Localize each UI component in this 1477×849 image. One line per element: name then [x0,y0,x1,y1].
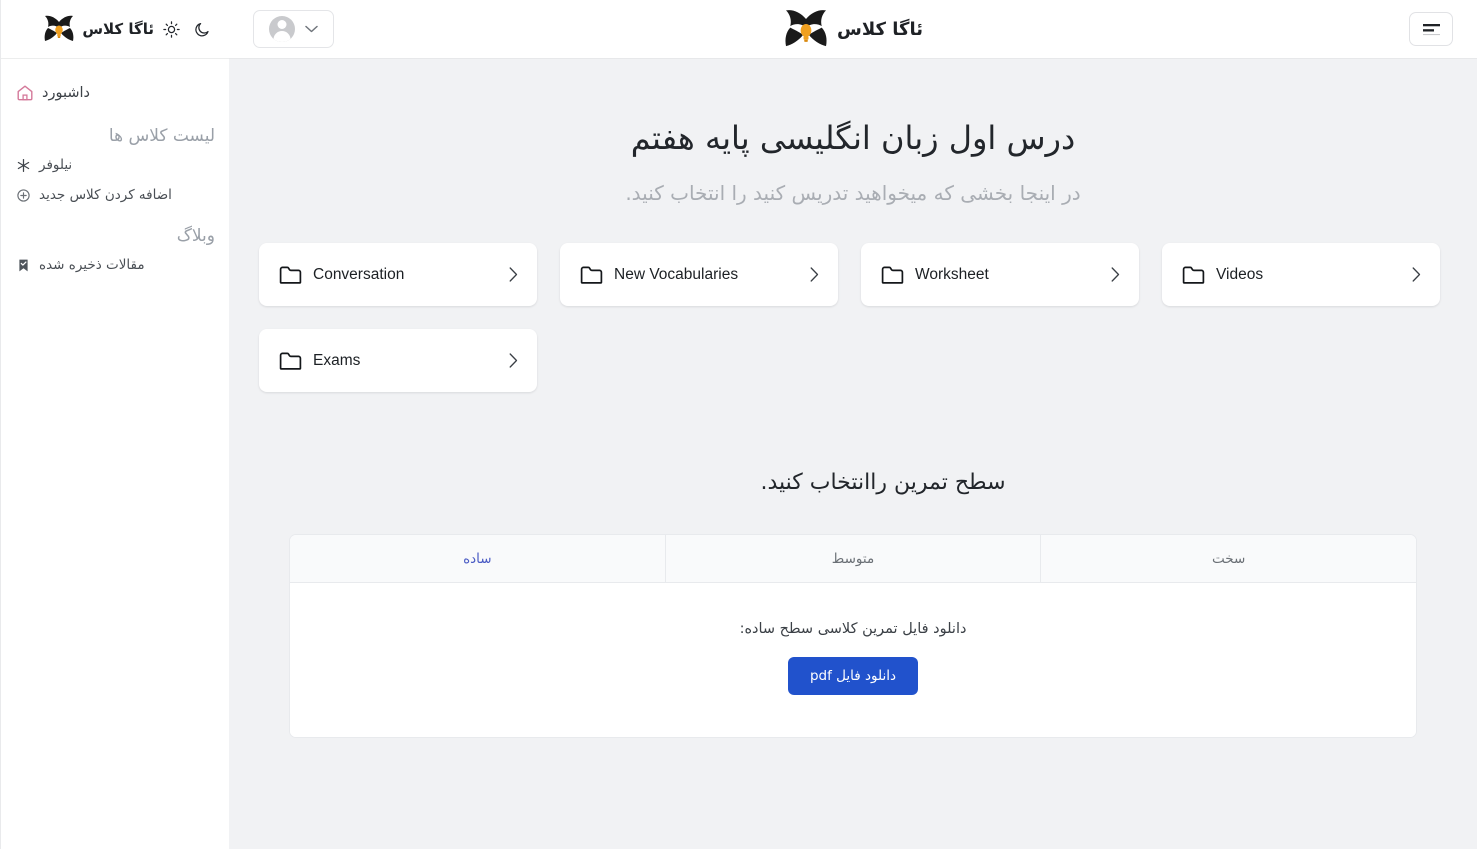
download-description: دانلود فایل تمرین کلاسی سطح ساده: [739,621,967,637]
practice-level-body: دانلود فایل تمرین کلاسی سطح ساده: دانلود… [290,583,1416,737]
sidebar-section-title-blog: وبلاگ [176,226,215,246]
page-subtitle: در اینجا بخشی که میخواهید تدریس کنید را … [625,181,1081,205]
section-card-label: Conversation [313,265,405,283]
sidebar-item-label: نیلوفر [39,157,73,173]
asterisk-star-icon [15,157,31,173]
sidebar-section-title-classes: لیست کلاس ها [108,126,215,146]
folder-icon [881,266,904,284]
sidebar-item-niloofar[interactable]: نیلوفر [1,150,229,180]
sidebar-header: ئاگا کلاس [1,0,229,59]
hamburger-menu-icon [1422,23,1440,35]
sidebar-item-dashboard[interactable]: داشبورد [1,75,229,110]
section-card-worksheet[interactable]: Worksheet [861,243,1139,306]
practice-level-panel: سخت متوسط ساده دانلود فایل تمرین کلاسی س… [289,534,1417,738]
practice-level-tabs: سخت متوسط ساده [290,535,1416,583]
chevron-right-icon [509,267,518,282]
moon-icon[interactable] [194,21,211,38]
folder-icon [279,266,302,284]
theme-toggle-group [163,20,211,38]
sidebar-nav: داشبورد لیست کلاس ها نیلوفر اضافه کردن ک… [1,59,229,280]
chevron-right-icon [810,267,819,282]
folder-icon [279,352,302,370]
sidebar-brand-name: ئاگا کلاس [82,20,154,38]
section-card-label: Worksheet [915,265,989,283]
main-area: ئاگا کلاس درس اول زبان انگلیسی پایه هفتم… [229,0,1477,849]
home-icon [15,83,34,102]
book-lightbulb-logo-icon [44,15,74,41]
circle-plus-icon [15,187,31,203]
top-bar: ئاگا کلاس [229,0,1477,59]
account-menu-button[interactable] [253,10,334,48]
section-card-new-vocabularies[interactable]: New Vocabularies [560,243,838,306]
chevron-right-icon [1111,267,1120,282]
download-pdf-button[interactable]: دانلود فایل pdf [787,657,918,695]
chevron-right-icon [509,353,518,368]
section-card-videos[interactable]: Videos [1162,243,1440,306]
section-card-exams[interactable]: Exams [259,329,537,392]
sidebar-item-label: اضافه کردن کلاس جدید [39,187,172,203]
hamburger-menu-button[interactable] [1409,12,1453,46]
app-root: ئاگا کلاس درس اول زبان انگلیسی پایه هفتم… [0,0,1477,849]
section-card-label: Videos [1216,265,1264,283]
tab-hard[interactable]: سخت [1040,535,1416,582]
section-card-conversation[interactable]: Conversation [259,243,537,306]
section-card-label: New Vocabularies [614,265,739,283]
tab-simple[interactable]: ساده [290,535,665,582]
book-lightbulb-logo-icon [785,10,827,47]
folder-icon [580,266,603,284]
tab-medium[interactable]: متوسط [664,535,1041,582]
sun-icon[interactable] [163,20,180,38]
page-content: درس اول زبان انگلیسی پایه هفتم در اینجا … [229,59,1477,849]
topbar-brand-name: ئاگا کلاس [837,18,923,40]
section-cards-grid: Conversation New Vocabularies Worksheet … [259,243,1447,392]
user-avatar-icon [269,16,295,42]
sidebar-item-add-new-class[interactable]: اضافه کردن کلاس جدید [1,180,229,210]
folder-icon [1182,266,1205,284]
chevron-down-icon [305,25,318,33]
sidebar-brand[interactable]: ئاگا کلاس [43,15,154,43]
page-title: درس اول زبان انگلیسی پایه هفتم [630,119,1076,157]
sidebar-item-saved-articles[interactable]: مقالات ذخیره شده [1,250,229,280]
section-card-label: Exams [313,351,361,369]
bookmark-check-icon [15,257,31,273]
topbar-brand: ئاگا کلاس [783,9,923,49]
chevron-right-icon [1412,267,1421,282]
sidebar: ئاگا کلاس داشبورد لیست کلاس ها نیلوفر اض… [0,0,229,849]
level-section-heading: سطح تمرین راانتخاب کنید. [760,470,1006,495]
sidebar-item-label: مقالات ذخیره شده [39,257,145,273]
sidebar-item-label: داشبورد [42,84,90,101]
